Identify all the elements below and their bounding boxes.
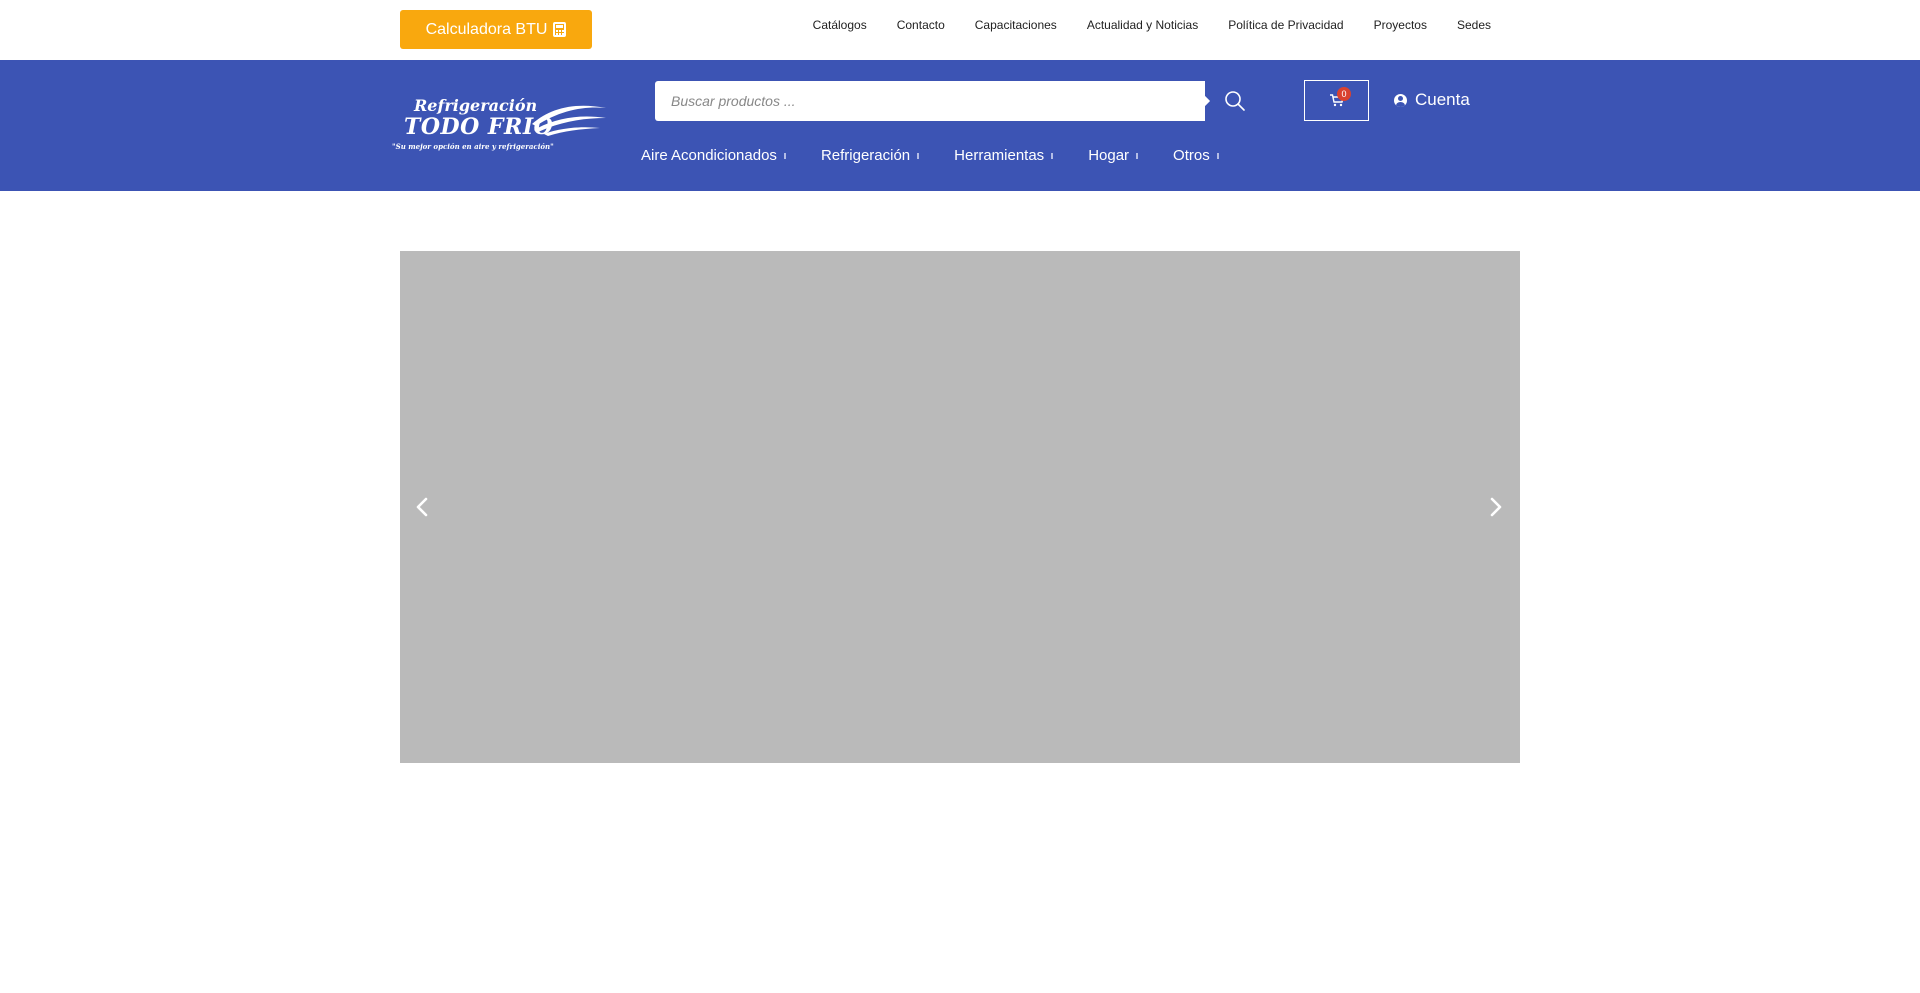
category-label: Refrigeración [820,147,911,164]
cart-button[interactable]: 0 [1304,80,1369,121]
site-logo[interactable]: Refrigeración TODO FRIO "Su mejor opción… [390,90,610,154]
top-nav-link-noticias[interactable]: Actualidad y Noticias [1072,18,1213,32]
logo-line1: Refrigeración [414,96,538,115]
btu-button-label: Calculadora BTU [425,20,548,38]
account-link[interactable]: Cuenta [1394,90,1470,110]
category-aire-acondicionados[interactable]: Aire Acondicionados [641,147,786,164]
chevron-left-icon [416,497,428,517]
category-label: Aire Acondicionados [641,147,777,164]
category-otros[interactable]: Otros [1173,147,1219,164]
search-button[interactable] [1215,81,1255,121]
category-label: Hogar [1088,147,1130,164]
account-label: Cuenta [1415,90,1470,109]
main-header: Refrigeración TODO FRIO "Su mejor opción… [0,60,1920,191]
cart-count-badge: 0 [1337,87,1351,101]
slider-prev-button[interactable] [410,491,434,523]
top-nav-link-capacitaciones[interactable]: Capacitaciones [960,18,1072,32]
logo-tagline: "Su mejor opción en aire y refrigeración… [392,142,554,151]
top-nav-link-catalogos[interactable]: Catálogos [798,18,882,32]
dropdown-caret-icon [783,152,786,159]
product-search [655,81,1245,121]
search-input[interactable] [655,81,1205,121]
category-hogar[interactable]: Hogar [1088,147,1139,164]
top-nav-link-contacto[interactable]: Contacto [882,18,960,32]
dropdown-caret-icon [917,152,920,159]
top-nav-link-proyectos[interactable]: Proyectos [1359,18,1442,32]
logo-wind-icon [532,105,606,136]
category-label: Otros [1173,147,1210,164]
category-refrigeracion[interactable]: Refrigeración [820,147,920,164]
top-nav-link-privacidad[interactable]: Política de Privacidad [1213,18,1358,32]
calculator-icon [553,22,567,37]
user-circle-icon [1394,93,1407,107]
top-bar: Calculadora BTU Catálogos Contacto Capac… [0,0,1920,60]
search-icon [1225,91,1245,111]
top-nav-link-sedes[interactable]: Sedes [1442,18,1506,32]
slider-next-button[interactable] [1484,491,1508,523]
category-nav: Aire Acondicionados Refrigeración Herram… [641,147,1254,164]
dropdown-caret-icon [1216,152,1219,159]
category-herramientas[interactable]: Herramientas [954,147,1054,164]
hero-slider [400,251,1520,763]
btu-calculator-button[interactable]: Calculadora BTU [400,10,592,49]
top-nav: Catálogos Contacto Capacitaciones Actual… [798,0,1506,50]
dropdown-caret-icon [1136,152,1139,159]
category-label: Herramientas [954,147,1045,164]
dropdown-caret-icon [1051,152,1054,159]
chevron-right-icon [1490,497,1502,517]
